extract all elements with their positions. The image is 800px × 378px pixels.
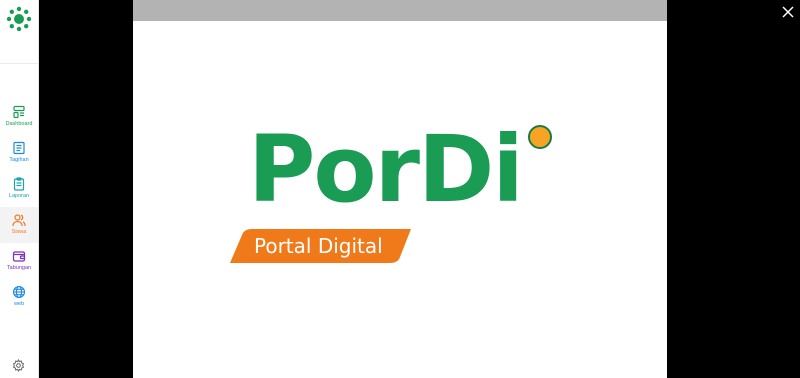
sidebar-item-label: Tabungan [6,265,32,271]
bill-icon [13,141,25,155]
sidebar-item-web[interactable]: web [0,279,38,315]
sidebar-divider [0,63,38,64]
sidebar-item-label: Dashboard [5,121,33,127]
users-icon [12,214,26,227]
sidebar-item-tabungan[interactable]: Tabungan [0,243,38,279]
sidebar-item-dashboard[interactable]: Dashboard [0,99,38,135]
sidebar-item-label: Laporan [8,193,30,199]
wallet-icon [12,251,26,262]
report-icon [13,177,25,191]
sidebar-item-siswa[interactable]: Siswa [0,207,38,243]
brand-name: PorDi [248,116,524,223]
sidebar-item-label: Siswa [11,229,27,235]
sidebar: Dashboard Tagihan Laporan Siswa Tabungan [0,0,39,378]
sidebar-item-label: Tagihan [9,157,29,163]
brand-tagline-banner: Portal Digital [230,229,413,263]
close-icon[interactable] [781,5,795,19]
app-logo-icon[interactable] [6,6,32,32]
sidebar-nav: Dashboard Tagihan Laporan Siswa Tabungan [0,99,38,315]
brand-tagline: Portal Digital [254,234,383,258]
dashboard-icon [13,105,25,119]
sidebar-item-label: web [13,301,25,307]
sidebar-item-tagihan[interactable]: Tagihan [0,135,38,171]
sidebar-item-laporan[interactable]: Laporan [0,171,38,207]
gear-icon[interactable] [12,359,25,372]
globe-icon [12,285,26,299]
brand-dot-icon [528,125,552,149]
viewer-toolbar [133,0,667,21]
